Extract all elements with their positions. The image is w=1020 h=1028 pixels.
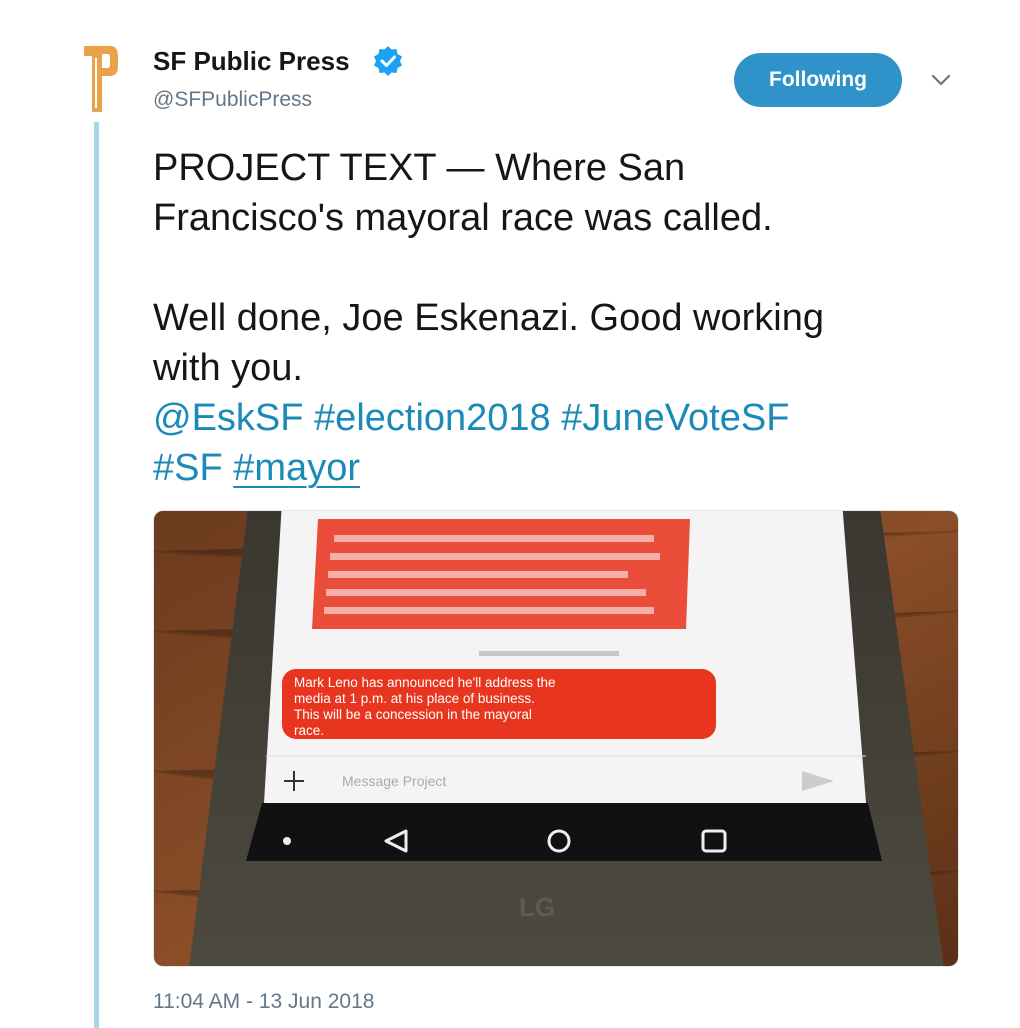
- verified-badge-icon: [374, 46, 402, 76]
- account-handle[interactable]: @SFPublicPress: [153, 88, 312, 112]
- tweet-spacer: [153, 243, 983, 293]
- tweet-text: PROJECT TEXT — Where San Francisco's may…: [153, 143, 983, 493]
- hashtag-link[interactable]: #election2018: [314, 397, 551, 439]
- account-name[interactable]: SF Public Press: [153, 46, 350, 77]
- message-line: Mark Leno has announced he'll address th…: [294, 675, 556, 690]
- tweet-line: with you.: [153, 347, 303, 389]
- mention-link[interactable]: @EskSF: [153, 397, 303, 439]
- message-line: media at 1 p.m. at his place of business…: [294, 691, 535, 706]
- tweet-line: Francisco's mayoral race was called.: [153, 197, 773, 239]
- hashtag-link[interactable]: #SF: [153, 447, 223, 489]
- message-input-placeholder: Message Project: [342, 773, 446, 789]
- tweet-photo[interactable]: Mark Leno has announced he'll address th…: [153, 510, 959, 967]
- hashtag-link[interactable]: #mayor: [233, 447, 360, 489]
- tweet-tags-line: @EskSF #election2018 #JuneVoteSF: [153, 393, 983, 443]
- phone-brand-logo: LG: [519, 892, 555, 922]
- chevron-down-icon[interactable]: [930, 72, 952, 88]
- following-button[interactable]: Following: [734, 53, 902, 107]
- tweet-tags-line: #SF #mayor: [153, 443, 983, 493]
- message-line: This will be a concession in the mayoral: [294, 707, 532, 722]
- phone-photo-image: Mark Leno has announced he'll address th…: [154, 511, 958, 966]
- thread-line: [94, 122, 99, 1028]
- tweet-timestamp[interactable]: 11:04 AM - 13 Jun 2018: [153, 990, 374, 1014]
- hashtag-link[interactable]: #JuneVoteSF: [561, 397, 789, 439]
- message-line: race.: [294, 723, 324, 738]
- tweet-line: PROJECT TEXT — Where San: [153, 147, 686, 189]
- avatar[interactable]: [80, 42, 120, 114]
- sf-public-press-logo-icon: [84, 46, 118, 112]
- tweet-line: Well done, Joe Eskenazi. Good working: [153, 297, 824, 339]
